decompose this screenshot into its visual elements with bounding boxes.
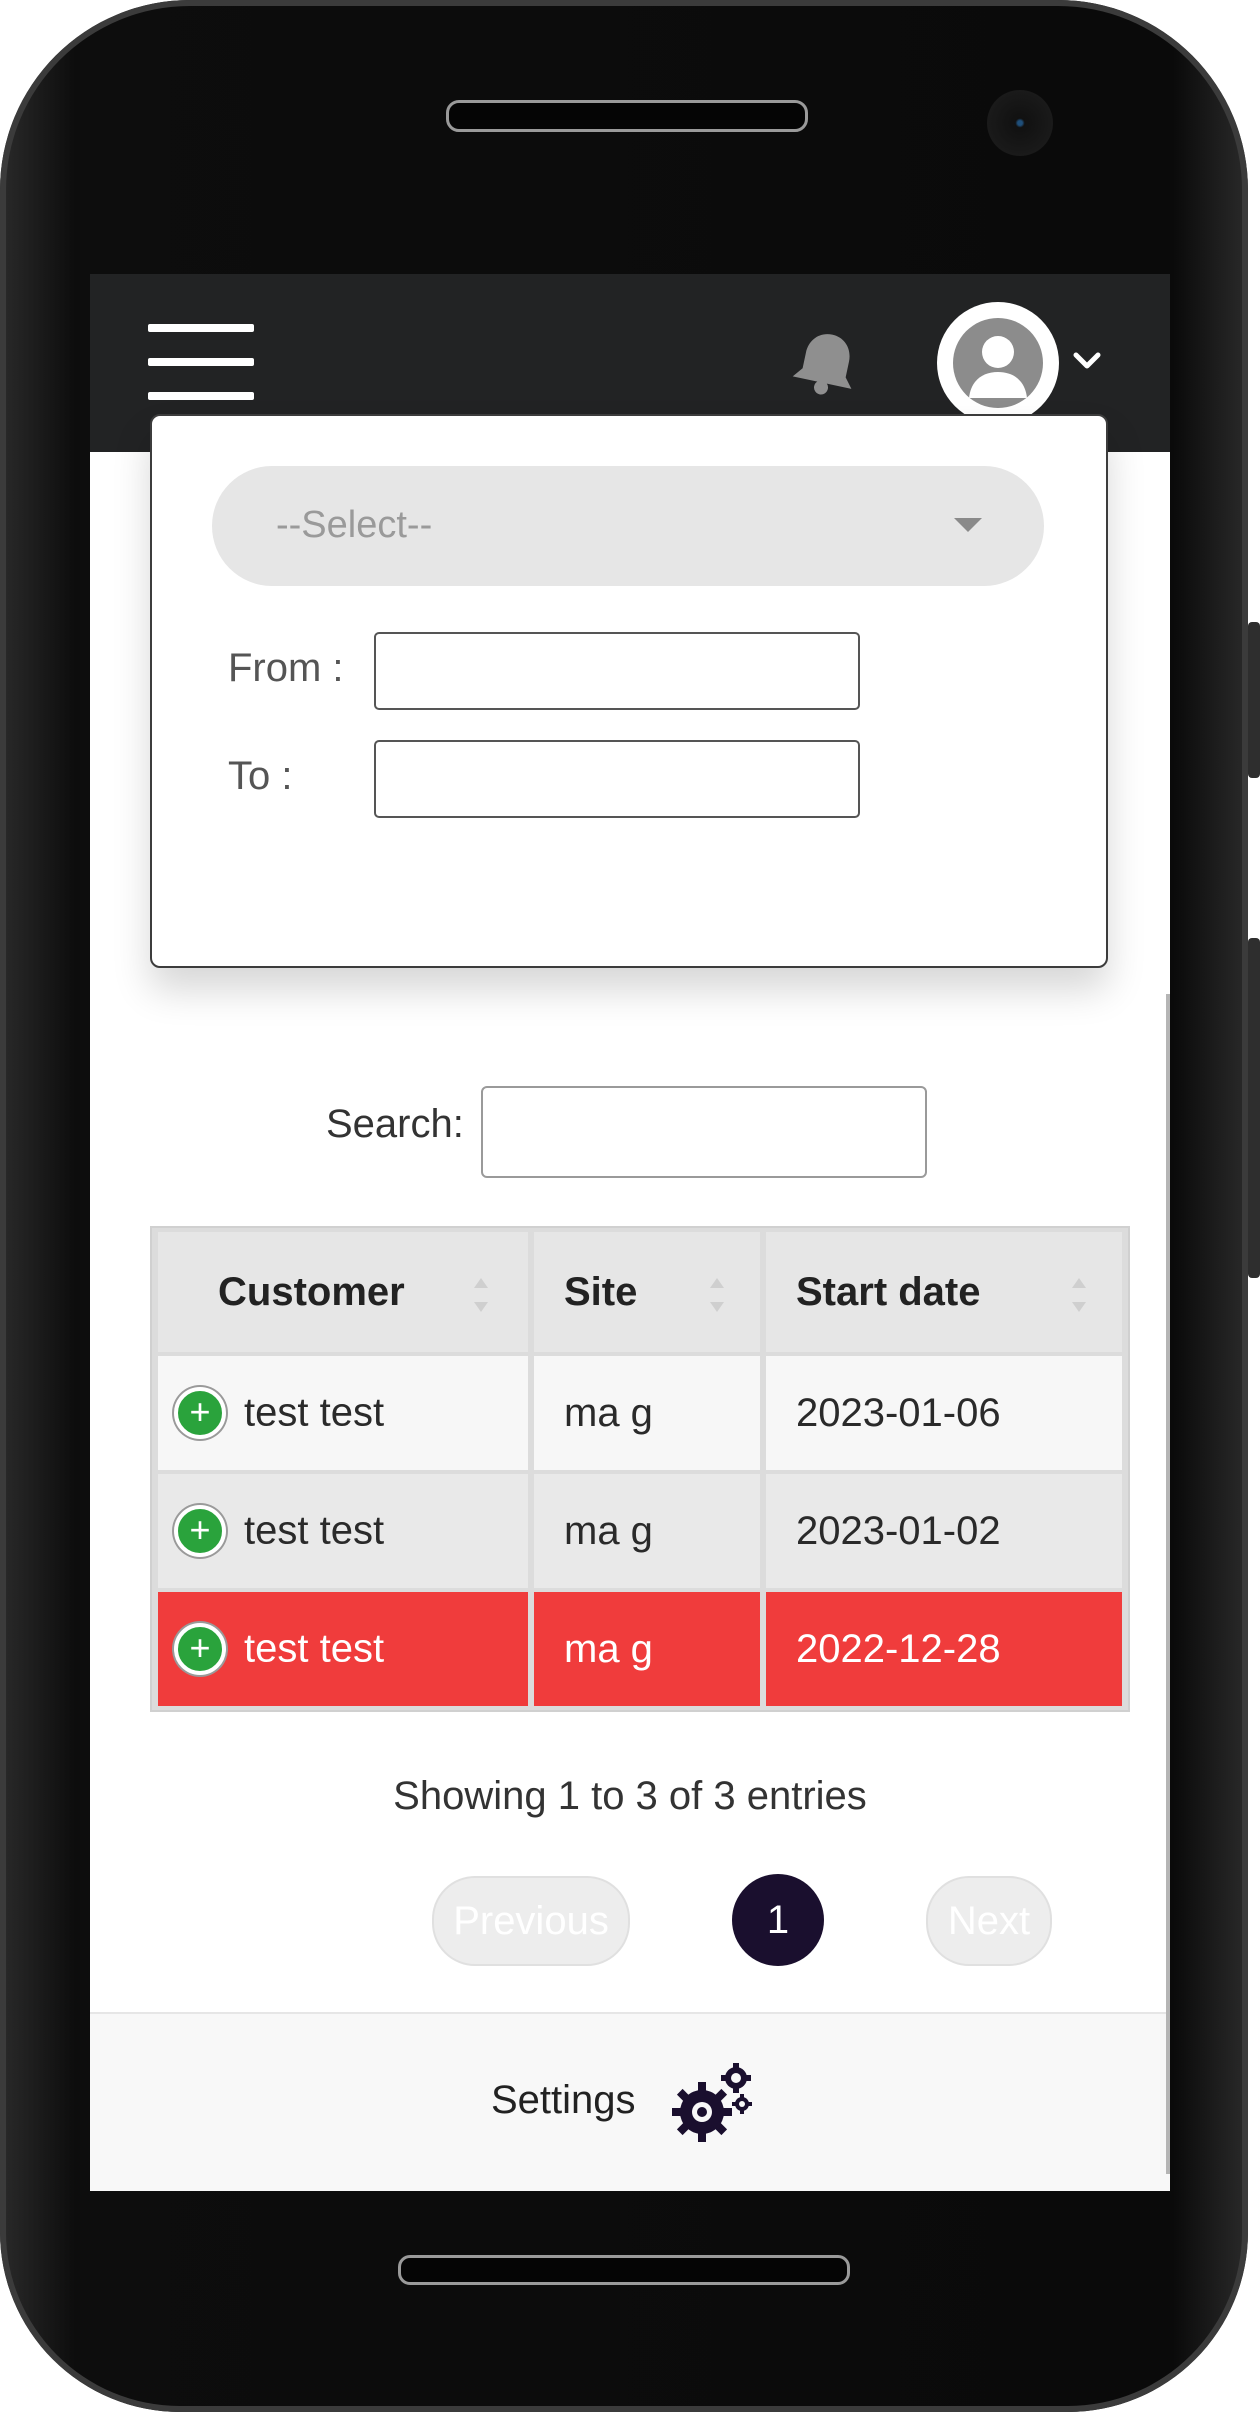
cell-start-date: 2023-01-02 [766,1474,1122,1588]
cell-site: ma g [534,1356,760,1470]
previous-page-button[interactable]: Previous [432,1876,630,1966]
page-1-button[interactable]: 1 [732,1874,824,1966]
phone-side-button [1248,938,1260,1278]
select-placeholder: --Select-- [276,504,433,546]
to-date-input[interactable] [374,740,860,818]
menu-icon[interactable] [148,324,254,400]
customer-name: test test [244,1508,385,1553]
customer-name: test test [244,1390,385,1435]
cell-customer: + test test [158,1474,528,1588]
user-avatar-icon [953,318,1043,408]
table-row[interactable]: + test test ma g 2022-12-28 [158,1592,1122,1706]
chevron-down-icon[interactable] [1070,346,1104,376]
cell-start-date: 2023-01-06 [766,1356,1122,1470]
table-row[interactable]: + test test ma g 2023-01-02 [158,1474,1122,1588]
column-header-label: Customer [218,1269,405,1314]
from-label: From : [228,646,344,690]
column-header-customer[interactable]: Customer [158,1232,528,1352]
cell-customer: + test test [158,1356,528,1470]
app-screen: --Select-- From : To : Search: Customer … [90,274,1170,2191]
caret-down-icon [954,518,982,532]
table-header-row: Customer Site Start date [158,1232,1122,1352]
sort-icon [1072,1278,1086,1312]
search-input[interactable] [481,1086,927,1178]
next-page-button[interactable]: Next [926,1876,1052,1966]
user-avatar[interactable] [937,302,1059,424]
plus-circle-icon[interactable]: + [174,1623,226,1675]
customer-name: test test [244,1626,385,1671]
cell-start-date: 2022-12-28 [766,1592,1122,1706]
bell-icon[interactable] [786,324,866,404]
footer-bar: Settings [90,2012,1170,2191]
settings-link[interactable]: Settings [491,2078,636,2123]
phone-side-button [1248,622,1260,778]
sort-icon [474,1278,488,1312]
plus-circle-icon[interactable]: + [174,1387,226,1439]
search-label: Search: [326,1102,464,1146]
filter-select-dropdown[interactable]: --Select-- [212,466,1044,586]
phone-home-bar [398,2255,850,2285]
phone-speaker [446,100,808,132]
column-header-label: Site [564,1269,638,1314]
plus-circle-icon[interactable]: + [174,1505,226,1557]
column-header-label: Start date [796,1269,981,1314]
sort-icon [710,1278,724,1312]
gears-icon[interactable] [672,2060,756,2144]
pagination-info: Showing 1 to 3 of 3 entries [393,1774,867,1818]
column-header-site[interactable]: Site [534,1232,760,1352]
table-row[interactable]: + test test ma g 2023-01-06 [158,1356,1122,1470]
scrollbar[interactable] [1166,994,1170,2174]
cell-customer: + test test [158,1592,528,1706]
from-date-input[interactable] [374,632,860,710]
entries-table: Customer Site Start date + test test ma g [150,1226,1130,1712]
phone-camera [987,90,1053,156]
cell-site: ma g [534,1592,760,1706]
filter-panel: --Select-- From : To : [150,414,1108,968]
cell-site: ma g [534,1474,760,1588]
column-header-start-date[interactable]: Start date [766,1232,1122,1352]
to-label: To : [228,754,293,798]
